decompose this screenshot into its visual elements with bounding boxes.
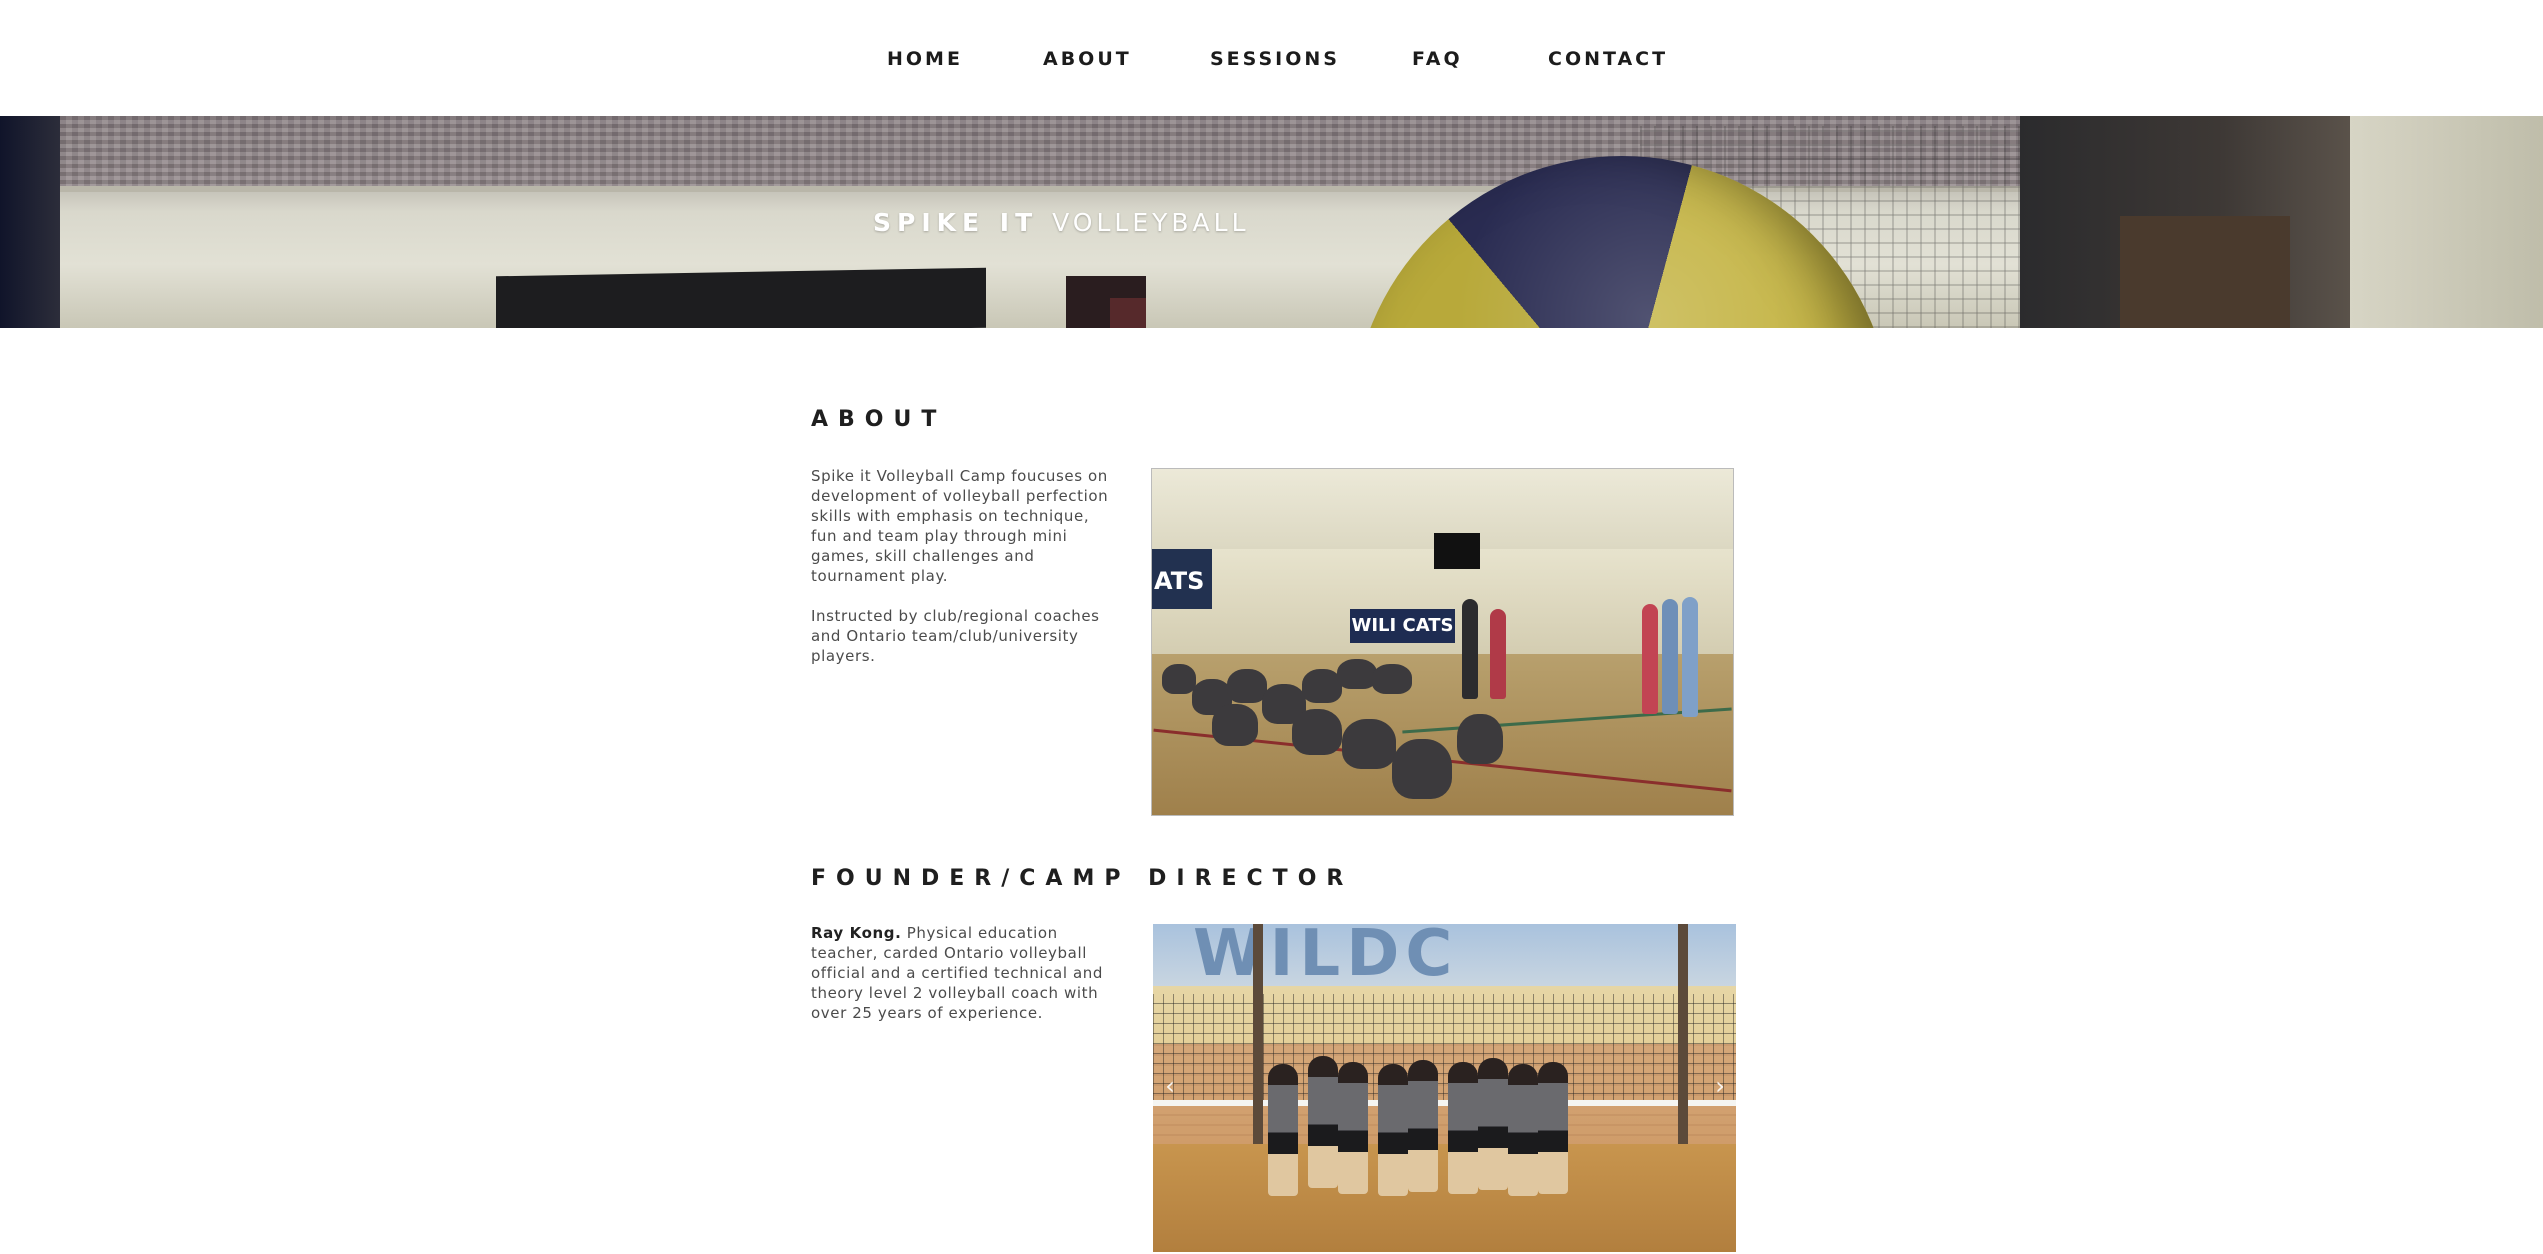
about-text: Spike it Volleyball Camp foucuses on dev… [811, 466, 1111, 686]
volleyball-net [1153, 994, 1736, 1104]
nav-item-contact[interactable]: CONTACT [1548, 48, 1668, 70]
about-paragraph-1: Spike it Volleyball Camp foucuses on dev… [811, 467, 1109, 585]
gym-bench [496, 267, 986, 328]
chevron-left-icon[interactable]: ‹ [1156, 1072, 1184, 1100]
about-paragraph-2: Instructed by club/regional coaches and … [811, 607, 1100, 665]
brand-bold-text: SPIKE IT [873, 208, 1039, 237]
wildcats-banner: WILI CATS [1350, 609, 1455, 643]
wall-lettering: ATS [1154, 567, 1205, 595]
scoreboard [1434, 533, 1480, 569]
hero-banner [0, 116, 2543, 328]
camp-group-photo: ATS WILI CATS [1151, 468, 1734, 816]
brand-light-text: VOLLEYBALL [1052, 208, 1250, 237]
founder-text: Ray Kong. Physical education teacher, ca… [811, 923, 1116, 1023]
founder-heading: FOUNDER/CAMP DIRECTOR [811, 866, 1354, 891]
founder-slideshow[interactable]: WILDC [1153, 924, 1736, 1252]
wall-lettering: WILDC [1193, 924, 1459, 991]
founder-name: Ray Kong. [811, 924, 902, 942]
nav-item-about[interactable]: ABOUT [1043, 48, 1132, 70]
nav-item-sessions[interactable]: SESSIONS [1210, 48, 1340, 70]
top-navigation: HOME ABOUT SESSIONS FAQ CONTACT [0, 0, 2543, 116]
nav-item-faq[interactable]: FAQ [1412, 48, 1463, 70]
chevron-right-icon[interactable]: › [1706, 1072, 1734, 1100]
about-heading: ABOUT [811, 407, 947, 432]
site-logo[interactable]: SPIKE IT VOLLEYBALL [873, 208, 1250, 237]
nav-item-home[interactable]: HOME [887, 48, 963, 70]
